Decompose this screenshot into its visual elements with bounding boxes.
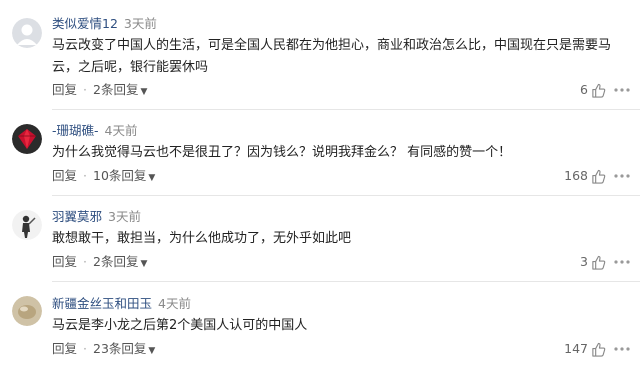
stone-avatar-icon — [12, 296, 42, 326]
separator: · — [83, 341, 87, 356]
separator: · — [83, 82, 87, 97]
replies-count-label: 2条回复 — [93, 254, 139, 269]
view-replies-button[interactable]: 23条回复 ▼ — [93, 341, 155, 356]
comment-meta: 新疆金丝玉和田玉 4天前 — [52, 296, 191, 312]
like-count: 6 — [580, 82, 588, 97]
default-avatar-icon — [12, 18, 42, 48]
username[interactable]: -珊瑚礁- — [52, 123, 99, 138]
avatar[interactable] — [12, 18, 42, 48]
comment-actions: 回复 · 2条回复 ▼ — [52, 254, 147, 272]
separator: · — [83, 254, 87, 269]
avatar[interactable] — [12, 210, 42, 240]
timestamp: 3天前 — [108, 209, 141, 224]
view-replies-button[interactable]: 10条回复 ▼ — [93, 168, 155, 183]
comment-controls: 3 — [580, 254, 630, 270]
replies-count-label: 10条回复 — [93, 168, 147, 183]
thumbs-up-icon[interactable] — [591, 169, 606, 184]
timestamp: 4天前 — [104, 123, 138, 138]
comment-text: 马云改变了中国人的生活，可是全国人民都在为他担心，商业和政治怎么比，中国现在只是… — [52, 38, 612, 75]
red-gem-icon — [12, 124, 42, 154]
more-options-icon[interactable] — [614, 347, 630, 351]
chevron-down-icon: ▼ — [140, 259, 148, 269]
username[interactable]: 羽翼莫邪 — [52, 209, 102, 224]
like-count: 168 — [564, 168, 588, 183]
figure-silhouette-icon — [12, 210, 42, 240]
chevron-down-icon: ▼ — [140, 87, 148, 97]
timestamp: 3天前 — [123, 16, 157, 31]
view-replies-button[interactable]: 2条回复 ▼ — [93, 254, 147, 269]
comment-text: 敢想敢干，敢担当，为什么他成功了，无外乎如此吧 — [52, 231, 352, 246]
comment-actions: 回复 · 10条回复 ▼ — [52, 168, 155, 186]
comment-meta: 类似爱情12 3天前 — [52, 16, 157, 32]
divider — [52, 195, 640, 196]
comment-text: 马云是李小龙之后第2个美国人认可的中国人 — [52, 318, 308, 333]
username[interactable]: 类似爱情12 — [52, 16, 118, 31]
chevron-down-icon: ▼ — [148, 346, 156, 356]
reply-button[interactable]: 回复 — [52, 168, 77, 183]
avatar[interactable] — [12, 296, 42, 326]
thumbs-up-icon[interactable] — [591, 255, 606, 270]
thumbs-up-icon[interactable] — [591, 83, 606, 98]
comment-controls: 168 — [564, 168, 630, 184]
comment-actions: 回复 · 2条回复 ▼ — [52, 82, 147, 100]
like-count: 3 — [580, 254, 588, 269]
timestamp: 4天前 — [158, 296, 191, 311]
more-options-icon[interactable] — [614, 260, 630, 264]
chevron-down-icon: ▼ — [148, 173, 156, 183]
comment-controls: 6 — [580, 82, 630, 98]
username[interactable]: 新疆金丝玉和田玉 — [52, 296, 152, 311]
more-options-icon[interactable] — [614, 174, 630, 178]
replies-count-label: 2条回复 — [93, 82, 139, 97]
reply-button[interactable]: 回复 — [52, 82, 77, 97]
comment-text: 为什么我觉得马云也不是很丑了？因为钱么？说明我拜金么？ 有同感的赞一个！ — [52, 145, 512, 160]
more-options-icon[interactable] — [614, 88, 630, 92]
comment-meta: 羽翼莫邪 3天前 — [52, 209, 141, 225]
avatar[interactable] — [12, 124, 42, 154]
reply-button[interactable]: 回复 — [52, 341, 77, 356]
thumbs-up-icon[interactable] — [591, 342, 606, 357]
comment-meta: -珊瑚礁- 4天前 — [52, 123, 137, 139]
separator: · — [83, 168, 87, 183]
divider — [52, 281, 640, 282]
like-count: 147 — [564, 341, 588, 356]
view-replies-button[interactable]: 2条回复 ▼ — [93, 82, 147, 97]
reply-button[interactable]: 回复 — [52, 254, 77, 269]
replies-count-label: 23条回复 — [93, 341, 147, 356]
comment-actions: 回复 · 23条回复 ▼ — [52, 341, 155, 359]
divider — [52, 109, 640, 110]
comment-controls: 147 — [564, 341, 630, 357]
